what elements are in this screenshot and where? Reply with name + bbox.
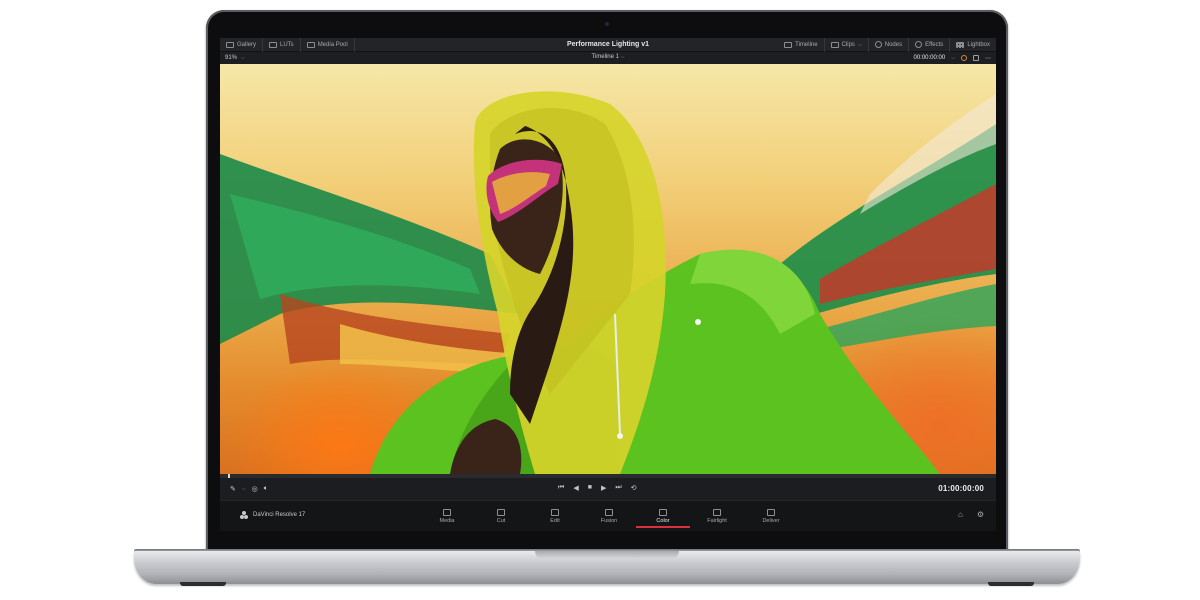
media-page-icon <box>443 508 451 516</box>
interface-toolbar: Gallery LUTs Media Pool Performance Ligh… <box>220 38 996 52</box>
edit-page-icon <box>551 508 559 516</box>
laptop-foot-right <box>988 582 1034 586</box>
stop-icon[interactable]: ■ <box>588 484 592 492</box>
clips-icon <box>830 41 839 48</box>
go-to-start-icon[interactable]: ⏮ <box>558 484 564 492</box>
lightbox-icon <box>956 41 965 48</box>
tab-color[interactable]: Color <box>636 504 690 528</box>
gallery-icon <box>226 41 234 48</box>
nodes-icon <box>874 41 882 48</box>
play-icon[interactable]: ▶ <box>601 484 606 492</box>
loop-icon[interactable]: ⟲ <box>631 484 637 492</box>
tab-label: Fusion <box>600 517 618 524</box>
toolbar-label: Nodes <box>884 41 903 48</box>
tab-edit[interactable]: Edit <box>528 504 582 528</box>
toolbar-label: LUTs <box>280 41 294 48</box>
page-navigation-bar: DaVinci Resolve 17 Media Cut Edit Fusion Col… <box>220 500 996 531</box>
resolve-brand: DaVinci Resolve 17 <box>240 511 305 519</box>
page-tabs: Media Cut Edit Fusion Color Fairlight Deliver <box>420 504 798 528</box>
cut-page-icon <box>497 508 505 516</box>
tab-deliver[interactable]: Deliver <box>744 504 798 528</box>
tab-fairlight[interactable]: Fairlight <box>690 504 744 528</box>
gear-icon[interactable]: ⚙ <box>977 510 984 519</box>
tab-label: Media <box>439 517 455 524</box>
fairlight-page-icon <box>713 508 721 516</box>
timeline-icon <box>784 41 793 48</box>
tab-label: Fairlight <box>707 517 727 524</box>
picker-tool-icon[interactable]: ✎ <box>230 485 236 493</box>
toolbar-luts[interactable]: LUTs <box>263 38 301 52</box>
fusion-page-icon <box>605 508 613 516</box>
toolbar-label: Gallery <box>237 41 257 48</box>
screen: Gallery LUTs Media Pool Performance Ligh… <box>220 38 996 531</box>
grab-still-icon[interactable]: ◎ <box>252 485 258 493</box>
toolbar-nodes[interactable]: Nodes <box>869 38 910 52</box>
tab-label: Edit <box>550 517 560 524</box>
volume-icon[interactable]: 🔈︎ <box>264 485 268 493</box>
brand-label: DaVinci Resolve 17 <box>253 512 306 518</box>
laptop-opening-notch <box>535 551 679 559</box>
toolbar-effects[interactable]: Effects <box>909 38 951 52</box>
deliver-page-icon <box>767 508 775 516</box>
tab-label: Deliver <box>762 517 780 524</box>
timeline-name: Timeline 1 <box>591 54 619 60</box>
toolbar-media-pool[interactable]: Media Pool <box>301 38 355 52</box>
tab-label: Color <box>656 517 670 524</box>
record-timecode: 01:00:00:00 <box>938 484 984 493</box>
chevron-down-icon: ⌵ <box>620 54 625 60</box>
toolbar-clips[interactable]: Clips ⌵ <box>825 38 869 52</box>
tab-fusion[interactable]: Fusion <box>582 504 636 528</box>
color-page-icon <box>659 508 667 516</box>
video-viewer[interactable] <box>220 64 996 474</box>
chevron-down-icon[interactable]: ⌵ <box>242 486 246 492</box>
chevron-down-icon: ⌵ <box>857 41 862 48</box>
toolbar-gallery[interactable]: Gallery <box>220 38 264 52</box>
viewer-header: 91% ⌵ Timeline 1 ⌵ 00:00:00:00 ⌵ ⋯ <box>220 52 996 64</box>
luts-icon <box>269 41 278 48</box>
laptop-foot-left <box>180 582 226 586</box>
toolbar-lightbox[interactable]: Lightbox <box>950 38 996 52</box>
toolbar-label: Timeline <box>795 41 818 48</box>
transport-bar: ✎ ⌵ ◎ 🔈︎ ⏮ ◀ ■ ▶ ⏭ ⟲ 01:00:00:00 <box>220 478 996 500</box>
effects-icon <box>915 41 923 48</box>
go-to-end-icon[interactable]: ⏭ <box>615 484 621 492</box>
toolbar-label: Clips <box>841 41 855 48</box>
resolve-logo-icon <box>240 511 248 519</box>
toolbar-timeline[interactable]: Timeline <box>778 38 825 52</box>
timeline-select[interactable]: Timeline 1 ⌵ <box>220 54 996 60</box>
tab-media[interactable]: Media <box>420 504 474 528</box>
viewer-frame-image <box>220 91 996 474</box>
home-icon[interactable]: ⌂ <box>958 510 963 519</box>
tab-cut[interactable]: Cut <box>474 504 528 528</box>
toolbar-label: Effects <box>925 41 944 48</box>
playback-controls: ⏮ ◀ ■ ▶ ⏭ ⟲ <box>558 484 637 492</box>
tab-label: Cut <box>496 517 506 524</box>
play-reverse-icon[interactable]: ◀ <box>573 484 578 492</box>
toolbar-label: Lightbox <box>967 41 990 48</box>
media-pool-icon <box>306 41 315 48</box>
camera-icon <box>605 22 609 26</box>
toolbar-label: Media Pool <box>317 41 348 48</box>
